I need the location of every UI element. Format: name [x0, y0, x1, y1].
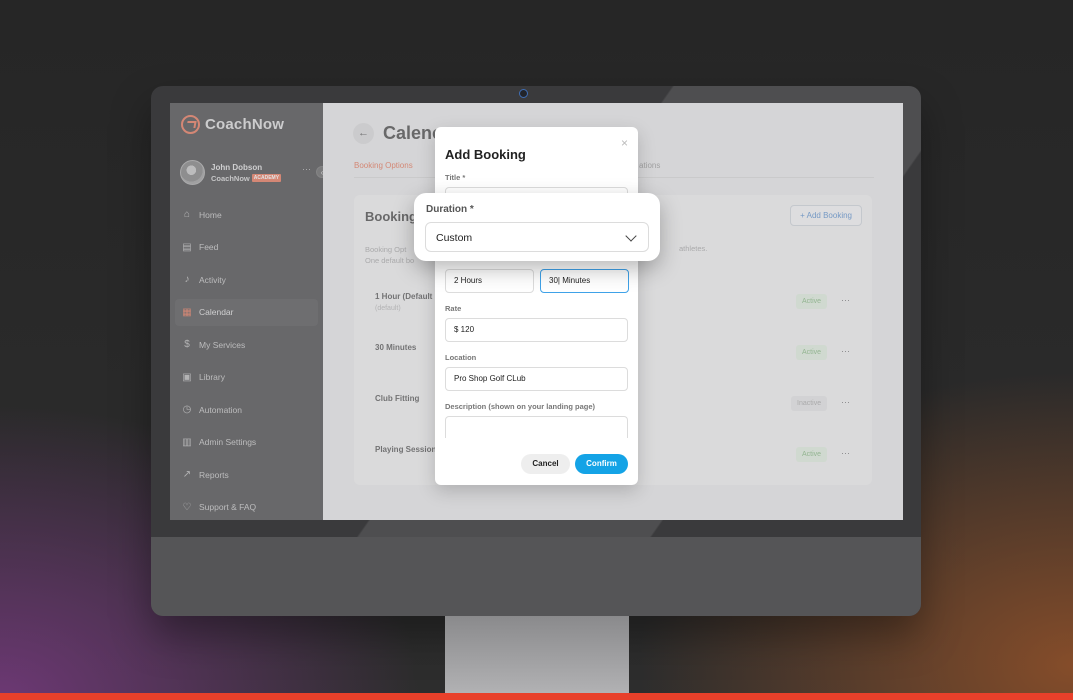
- location-label: Location: [445, 353, 477, 362]
- bottom-accent-bar: [0, 693, 1073, 700]
- duration-value: Custom: [436, 232, 473, 244]
- description-field[interactable]: [445, 416, 628, 438]
- monitor-chin: [151, 537, 921, 616]
- minutes-field[interactable]: 30| Minutes: [540, 269, 629, 293]
- monitor-stand: [445, 616, 629, 700]
- title-label: Title *: [445, 173, 466, 182]
- camera-icon: [519, 89, 528, 98]
- hours-field[interactable]: 2 Hours: [445, 269, 534, 293]
- modal-title: Add Booking: [445, 147, 526, 162]
- chevron-down-icon: [625, 230, 637, 242]
- rate-field[interactable]: $ 120: [445, 318, 628, 342]
- duration-select[interactable]: Custom: [425, 222, 649, 252]
- confirm-button[interactable]: Confirm: [575, 454, 628, 474]
- add-booking-modal: × Add Booking Title * 2 Hours 30| Minute…: [435, 127, 638, 485]
- duration-callout: Duration * Custom: [414, 193, 660, 261]
- cancel-button[interactable]: Cancel: [521, 454, 570, 474]
- close-icon[interactable]: ×: [621, 136, 628, 150]
- duration-label: Duration *: [426, 204, 474, 215]
- location-field[interactable]: Pro Shop Golf CLub: [445, 367, 628, 391]
- rate-label: Rate: [445, 304, 462, 313]
- description-label: Description (shown on your landing page): [445, 402, 596, 411]
